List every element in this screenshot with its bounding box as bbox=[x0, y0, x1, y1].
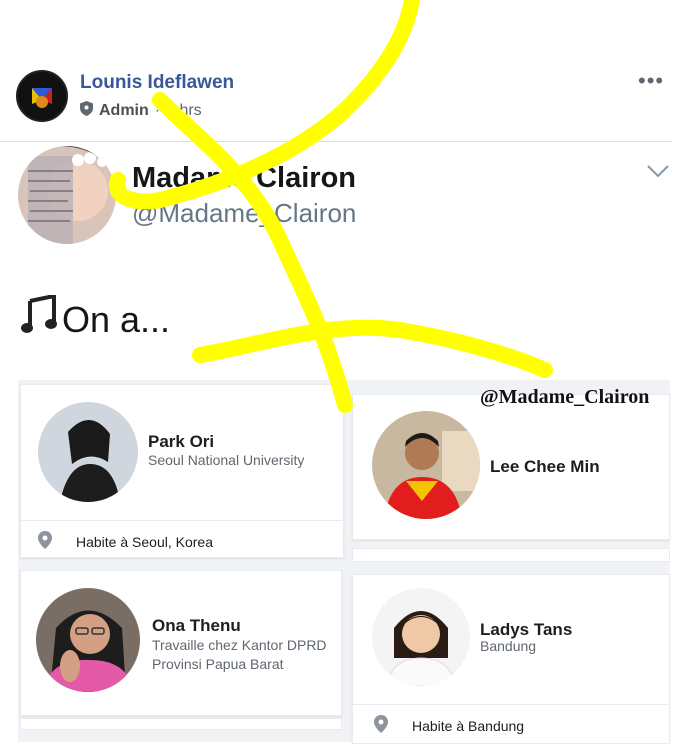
post-header bbox=[0, 55, 672, 142]
card-footer bbox=[352, 548, 670, 562]
location-pin-icon bbox=[374, 715, 388, 736]
card-divider bbox=[352, 704, 668, 705]
person-subtitle-2: Provinsi Papua Barat bbox=[152, 656, 284, 672]
page-logo bbox=[20, 74, 64, 118]
poster-name[interactable]: Lounis Ideflawen bbox=[80, 72, 234, 94]
embed-avatar[interactable] bbox=[18, 146, 116, 244]
person-avatar[interactable] bbox=[372, 411, 480, 519]
person-subtitle: Bandung bbox=[480, 638, 537, 654]
person-subtitle: Travaille chez Kantor DPRD bbox=[152, 637, 327, 653]
post-meta: Admin · 5 hrs bbox=[80, 101, 202, 121]
post-time[interactable]: 5 hrs bbox=[166, 102, 202, 120]
tweet-text-content: On a... bbox=[62, 298, 171, 340]
role-label: Admin bbox=[99, 102, 149, 119]
card-divider bbox=[20, 520, 342, 521]
location-pin-icon bbox=[38, 531, 52, 552]
page-avatar[interactable] bbox=[16, 70, 68, 122]
person-subtitle: Seoul National University bbox=[148, 452, 305, 468]
card-footer bbox=[20, 718, 342, 730]
meta-separator: · bbox=[154, 102, 161, 119]
embed-handle[interactable]: @Madame_Clairon bbox=[132, 198, 356, 229]
person-avatar[interactable] bbox=[372, 588, 470, 686]
location-text: Habite à Seoul, Korea bbox=[76, 533, 213, 550]
person-location: Habite à Seoul, Korea bbox=[38, 531, 213, 552]
watermark: @Madame_Clairon bbox=[480, 386, 650, 408]
chevron-down-icon[interactable] bbox=[646, 164, 670, 183]
more-dots-icon[interactable]: ••• bbox=[638, 68, 664, 94]
embed-name[interactable]: Madame Clairon bbox=[132, 162, 356, 195]
person-avatar[interactable] bbox=[36, 588, 140, 692]
person-name[interactable]: Park Ori bbox=[148, 432, 214, 452]
person-avatar[interactable] bbox=[38, 402, 138, 502]
person-location: Habite à Bandung bbox=[374, 715, 524, 736]
person-name[interactable]: Lee Chee Min bbox=[490, 457, 600, 477]
person-name[interactable]: Ona Thenu bbox=[152, 616, 241, 636]
shield-icon bbox=[80, 101, 93, 121]
music-note-icon bbox=[20, 293, 58, 344]
location-text: Habite à Bandung bbox=[412, 717, 525, 734]
tweet-text: On a... bbox=[20, 293, 171, 344]
